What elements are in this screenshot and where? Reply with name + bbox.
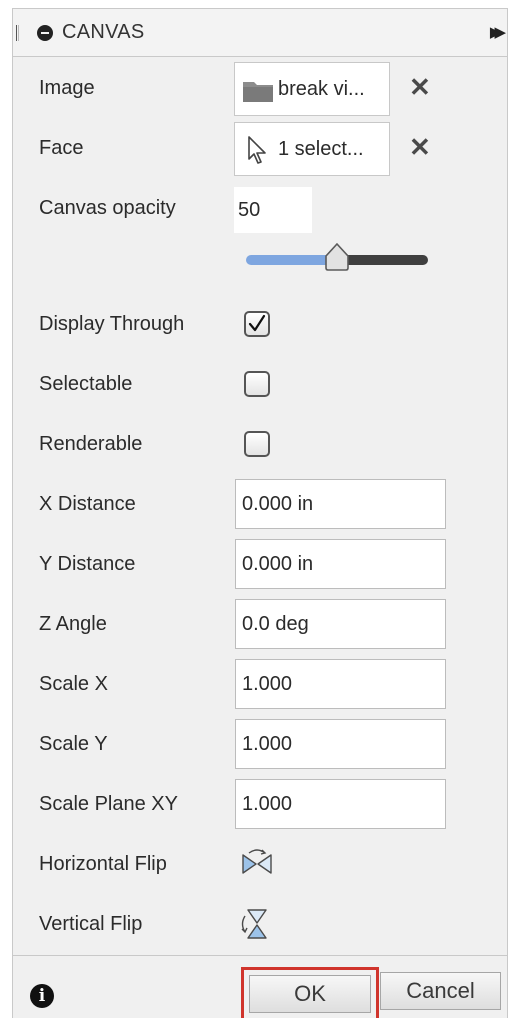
horizontal-flip-icon[interactable] [240,847,274,881]
y-distance-label: Y Distance [39,553,136,575]
scale-x-label: Scale X [39,673,108,695]
scale-y-input[interactable] [235,719,446,769]
x-distance-label: X Distance [39,493,136,515]
selectable-label: Selectable [39,373,133,395]
x-distance-input[interactable] [235,479,446,529]
collapse-icon[interactable] [37,25,53,41]
horizontal-flip-label: Horizontal Flip [39,853,167,875]
image-label: Image [39,77,95,99]
canvas-opacity-slider[interactable] [246,243,428,271]
info-icon[interactable]: i [30,984,54,1008]
dialog-footer: i OK Cancel [13,955,507,1018]
canvas-opacity-label: Canvas opacity [39,197,176,219]
scale-y-label: Scale Y [39,733,108,755]
slider-thumb[interactable] [324,243,350,271]
image-select-value: break vi... [278,78,365,100]
ok-button[interactable]: OK [249,975,371,1013]
y-distance-input[interactable] [235,539,446,589]
checkmark-icon [248,314,266,332]
z-angle-label: Z Angle [39,613,107,635]
canvas-dialog: CANVAS ▶▶ Image break vi... ✕ Face 1 sel… [12,8,508,1018]
image-clear-icon[interactable]: ✕ [409,72,431,103]
face-select-button[interactable]: 1 select... [234,122,390,176]
face-label: Face [39,137,84,159]
renderable-checkbox[interactable] [244,431,270,457]
display-through-checkbox[interactable] [244,311,270,337]
vertical-flip-label: Vertical Flip [39,913,143,935]
ok-button-highlight: OK [241,967,379,1018]
display-through-label: Display Through [39,313,185,335]
z-angle-input[interactable] [235,599,446,649]
face-clear-icon[interactable]: ✕ [409,132,431,163]
face-select-value: 1 select... [278,138,364,160]
vertical-flip-icon[interactable] [240,907,274,941]
renderable-label: Renderable [39,433,143,455]
cancel-button[interactable]: Cancel [380,972,501,1010]
scale-plane-xy-label: Scale Plane XY [39,793,178,815]
selectable-checkbox[interactable] [244,371,270,397]
scale-x-input[interactable] [235,659,446,709]
image-select-button[interactable]: break vi... [234,62,390,116]
fast-forward-icon[interactable]: ▶▶ [490,23,506,41]
dialog-header: CANVAS ▶▶ [13,9,507,57]
drag-handle-icon[interactable] [16,25,19,41]
scale-plane-xy-input[interactable] [235,779,446,829]
folder-icon [243,82,273,102]
dialog-title: CANVAS [62,21,145,43]
cursor-arrow-icon [248,136,266,164]
canvas-opacity-input[interactable] [234,187,312,233]
slider-track-filled [246,255,336,265]
